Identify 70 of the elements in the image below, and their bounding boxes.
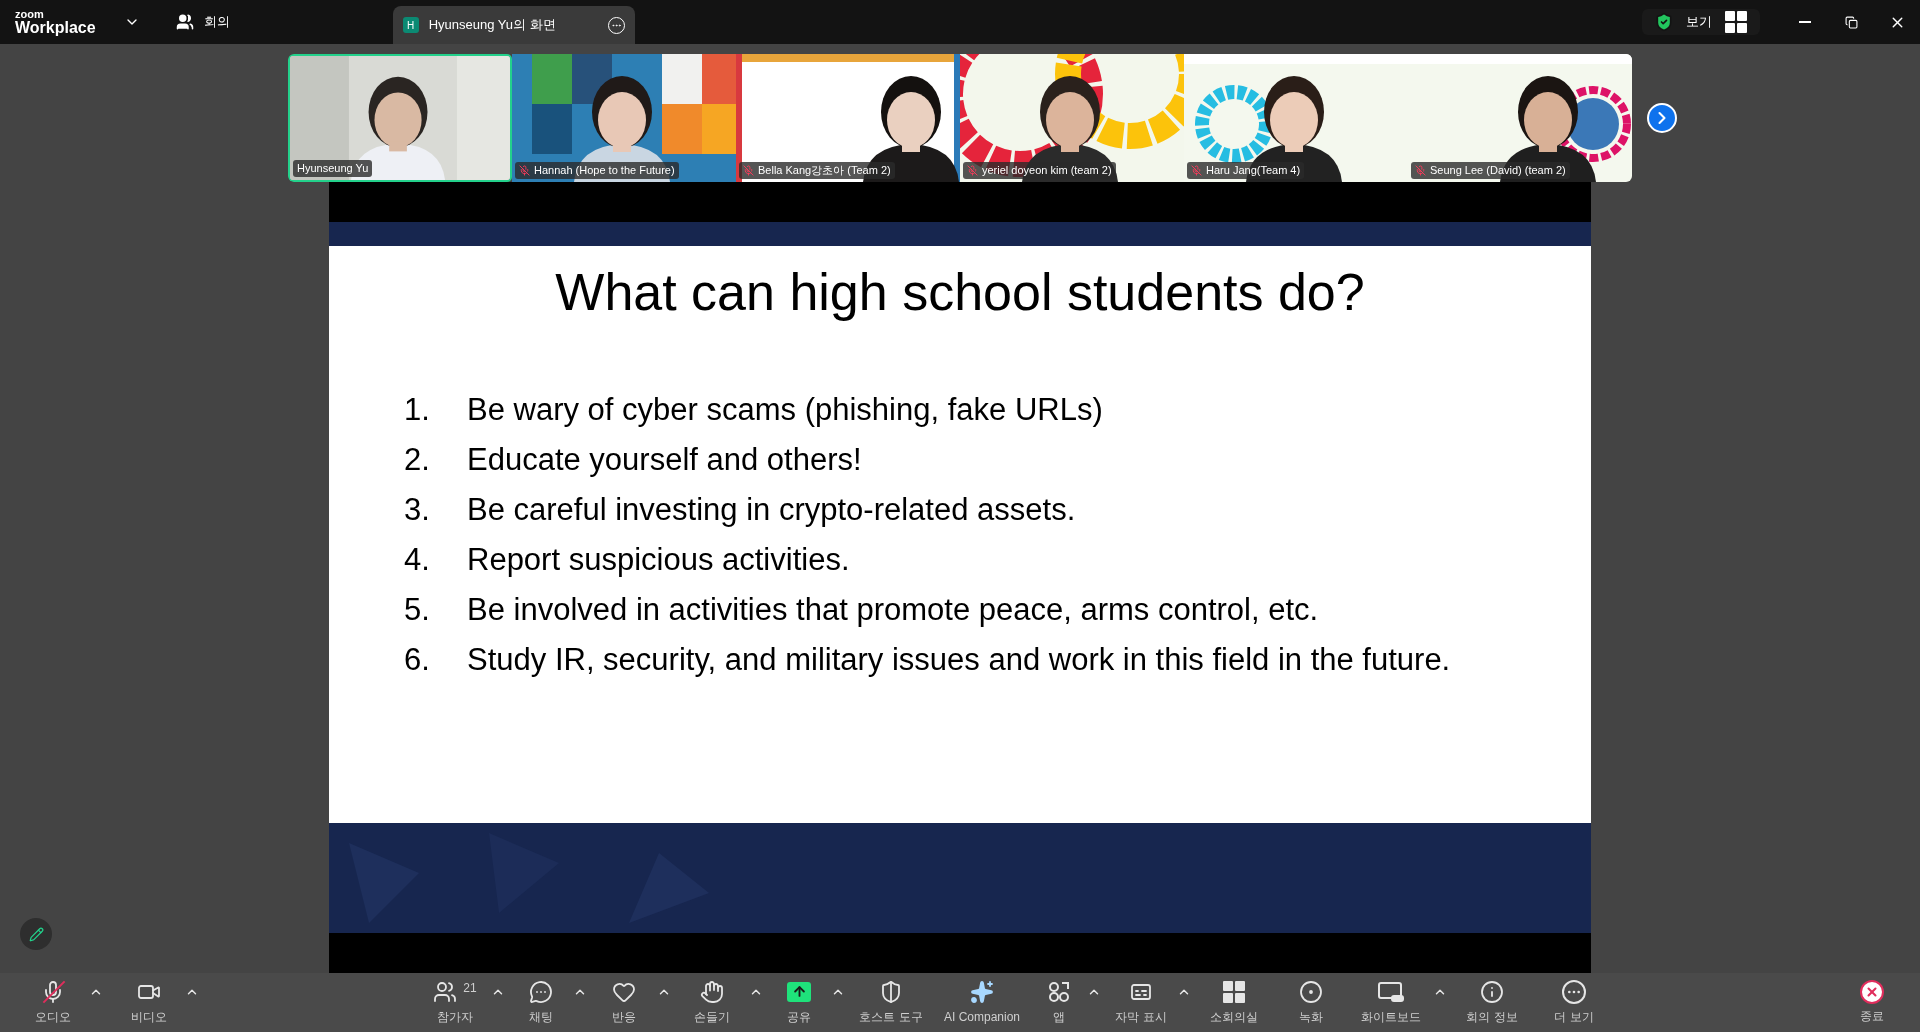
- grid-icon: [1724, 10, 1748, 34]
- participants-icon: [433, 979, 458, 1004]
- name-label: Bella Kang강초아 (Team 2): [739, 162, 895, 179]
- next-button[interactable]: [1647, 103, 1677, 133]
- sparkle-icon: [970, 979, 994, 1004]
- toolbar-button[interactable]: 공유: [768, 975, 830, 1029]
- tab-title: Hyunseung Yu의 화면: [428, 16, 556, 35]
- video-tile[interactable]: Hyunseung Yu: [288, 54, 512, 182]
- toolbar-button[interactable]: 21 참가자: [420, 975, 490, 1029]
- toolbar-button[interactable]: 손들기: [676, 975, 748, 1029]
- toolbar-button[interactable]: 더 보기: [1536, 975, 1612, 1029]
- shield-check-icon: [1654, 12, 1674, 32]
- app-logo: zoom Workplace: [15, 8, 96, 36]
- people-icon: [175, 13, 194, 31]
- list-item: Report suspicious activities.: [467, 541, 850, 579]
- toolbar-button[interactable]: AI Companion: [936, 975, 1028, 1029]
- list-number: 4.: [404, 541, 431, 579]
- list-item: Be careful investing in crypto-related assets.: [467, 491, 1076, 529]
- list-number: 5.: [404, 591, 431, 629]
- meeting-button[interactable]: 회의: [175, 12, 230, 32]
- pencil-icon: [28, 926, 44, 942]
- toolbar-button[interactable]: 소회의실: [1196, 975, 1272, 1029]
- toolbar-button[interactable]: 화이트보드: [1350, 975, 1432, 1029]
- video-tile[interactable]: Seung Lee (David) (team 2): [1408, 54, 1632, 182]
- info-icon: [1480, 979, 1504, 1004]
- video-tile[interactable]: Hannah (Hope to the Future): [512, 54, 736, 182]
- name-label: yeriel doyeon kim (team 2): [963, 162, 1116, 179]
- toolbar-button[interactable]: 비디오: [114, 975, 184, 1029]
- video-tile[interactable]: Bella Kang강초아 (Team 2): [736, 54, 960, 182]
- slide-title: What can high school students do?: [554, 262, 1366, 323]
- view-button[interactable]: 보기: [1642, 9, 1760, 35]
- toolbar-button[interactable]: 채팅: [510, 975, 572, 1029]
- list-item: Be involved in activities that promote peace, arms control, etc.: [467, 591, 1319, 629]
- grid-icon: [1222, 979, 1246, 1004]
- toolbar-button[interactable]: 반응: [592, 975, 656, 1029]
- video-tile[interactable]: Haru Jang(Team 4): [1184, 54, 1408, 182]
- hand-icon: [700, 979, 724, 1004]
- list-item: Study IR, security, and military issues and work in this field in the future.: [467, 641, 1451, 679]
- more-icon: [1562, 979, 1586, 1004]
- end-icon: [1860, 979, 1884, 1004]
- list-number: 1.: [404, 391, 431, 429]
- list-item: Educate yourself and others!: [467, 441, 862, 479]
- toolbar-button[interactable]: 회의 정보: [1452, 975, 1532, 1029]
- minimize-icon: [1799, 21, 1811, 23]
- toolbar-button[interactable]: 오디오: [18, 975, 88, 1029]
- participant-count: 21: [463, 979, 477, 997]
- toolbar-button[interactable]: 녹화: [1276, 975, 1346, 1029]
- list-number: 2.: [404, 441, 431, 479]
- toolbar-button[interactable]: 자막 표시: [1106, 975, 1176, 1029]
- toolbar-button[interactable]: 앱: [1032, 975, 1086, 1029]
- restore-icon: [1844, 15, 1858, 29]
- end-button[interactable]: 종료: [1846, 975, 1898, 1029]
- annotate-button[interactable]: [20, 918, 52, 950]
- name-label: Seung Lee (David) (team 2): [1411, 162, 1570, 179]
- name-label: Hannah (Hope to the Future): [515, 162, 679, 179]
- whiteboard-icon: [1378, 979, 1404, 1004]
- video-tile[interactable]: yeriel doyeon kim (team 2): [960, 54, 1184, 182]
- share-tab[interactable]: H Hyunseung Yu의 화면: [392, 6, 635, 44]
- share-icon: [787, 981, 811, 1002]
- chat-icon: [529, 979, 553, 1004]
- shield-icon: [879, 979, 903, 1004]
- apps-icon: [1047, 979, 1071, 1004]
- name-label: Haru Jang(Team 4): [1187, 162, 1305, 179]
- toolbar-button[interactable]: 호스트 도구: [850, 975, 932, 1029]
- list-number: 3.: [404, 491, 431, 529]
- initial-badge: H: [402, 17, 419, 33]
- name-label: Hyunseung Yu: [293, 160, 373, 177]
- record-icon: [1299, 979, 1323, 1004]
- list-number: 6.: [404, 641, 431, 679]
- list-item: Be wary of cyber scams (phishing, fake URLs): [467, 391, 1103, 429]
